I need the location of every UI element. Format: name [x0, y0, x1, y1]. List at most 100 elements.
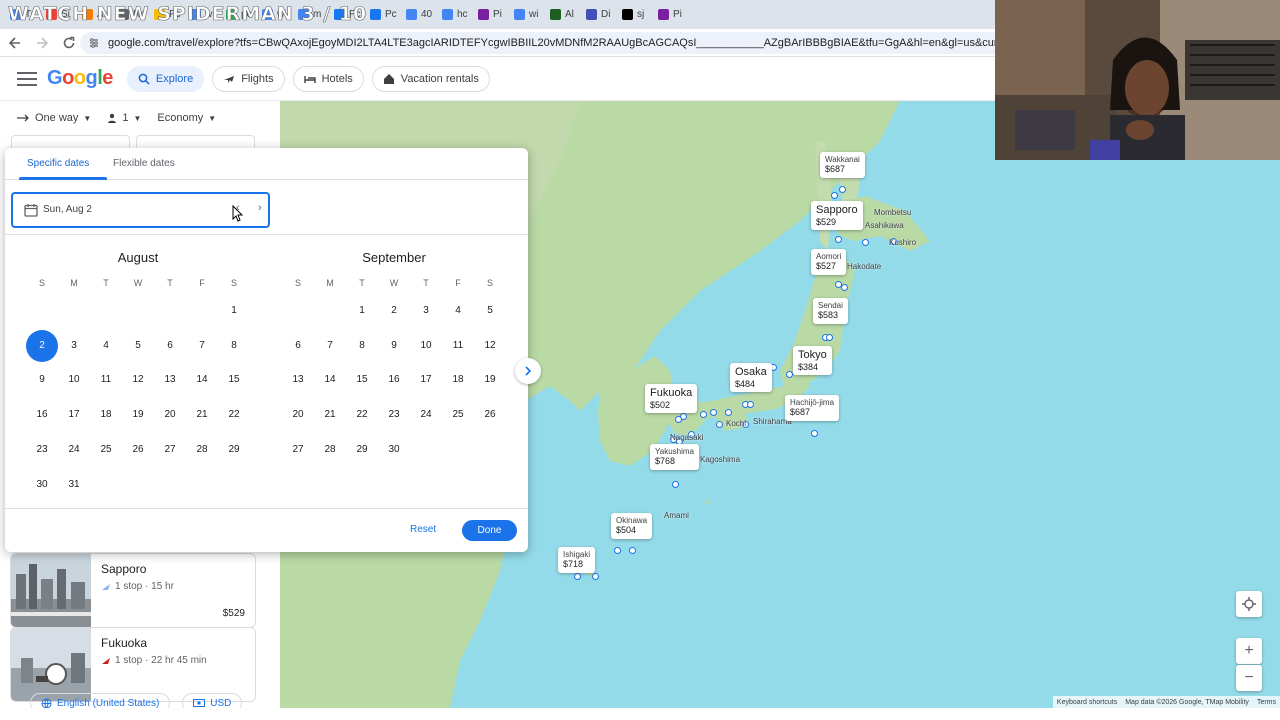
- calendar-day-sep-27[interactable]: 27: [282, 434, 314, 466]
- airport-dot[interactable]: [710, 409, 717, 416]
- browser-tab[interactable]: Pi: [652, 4, 686, 26]
- map-destination-pin[interactable]: Okinawa $504: [611, 513, 653, 539]
- calendar-day-aug-8[interactable]: 8: [218, 330, 250, 362]
- calendar-day-sep-22[interactable]: 22: [346, 399, 378, 431]
- airport-dot[interactable]: [831, 192, 838, 199]
- calendar-day-aug-13[interactable]: 13: [154, 364, 186, 396]
- trip-type-select[interactable]: One way ▼: [16, 112, 91, 124]
- google-logo[interactable]: Google: [47, 67, 113, 90]
- map-destination-pin[interactable]: Sapporo $529: [811, 201, 863, 230]
- calendar-day-aug-2[interactable]: 2: [26, 329, 58, 362]
- airport-dot[interactable]: [574, 573, 581, 580]
- calendar-day-sep-26[interactable]: 26: [474, 399, 506, 431]
- airport-dot[interactable]: [835, 236, 842, 243]
- origin-field[interactable]: [11, 135, 130, 149]
- map-destination-pin[interactable]: Osaka $484: [730, 363, 772, 392]
- browser-tab[interactable]: wi: [508, 4, 542, 26]
- map-destination-pin[interactable]: Hachijō-jima $687: [785, 395, 840, 421]
- zoom-out-button[interactable]: −: [1236, 665, 1262, 691]
- calendar-day-sep-24[interactable]: 24: [410, 399, 442, 431]
- calendar-day-aug-20[interactable]: 20: [154, 399, 186, 431]
- tab-flights[interactable]: Flights: [212, 65, 285, 92]
- calendar-day-sep-25[interactable]: 25: [442, 399, 474, 431]
- airport-dot[interactable]: [675, 416, 682, 423]
- browser-tab[interactable]: Pc: [364, 4, 398, 26]
- reset-button[interactable]: Reset: [410, 524, 436, 535]
- calendar-day-aug-27[interactable]: 27: [154, 434, 186, 466]
- calendar-day-aug-7[interactable]: 7: [186, 330, 218, 362]
- calendar-day-sep-19[interactable]: 19: [474, 364, 506, 396]
- airport-dot[interactable]: [862, 239, 869, 246]
- calendar-day-sep-14[interactable]: 14: [314, 364, 346, 396]
- zoom-in-button[interactable]: +: [1236, 638, 1262, 664]
- map-destination-pin[interactable]: Yakushima $768: [650, 444, 699, 470]
- address-bar[interactable]: google.com/travel/explore?tfs=CBwQAxojEg…: [80, 32, 1030, 54]
- airport-dot[interactable]: [672, 481, 679, 488]
- tab-hotels[interactable]: Hotels: [292, 65, 364, 92]
- calendar-day-sep-3[interactable]: 3: [410, 295, 442, 327]
- airport-dot[interactable]: [811, 430, 818, 437]
- calendar-day-aug-16[interactable]: 16: [26, 399, 58, 431]
- calendar-day-aug-30[interactable]: 30: [26, 469, 58, 501]
- keyboard-shortcuts-link[interactable]: Keyboard shortcuts: [1057, 699, 1117, 706]
- calendar-day-sep-20[interactable]: 20: [282, 399, 314, 431]
- calendar-day-aug-26[interactable]: 26: [122, 434, 154, 466]
- calendar-day-aug-19[interactable]: 19: [122, 399, 154, 431]
- airport-dot[interactable]: [716, 421, 723, 428]
- browser-tab[interactable]: hc: [436, 4, 470, 26]
- calendar-day-sep-18[interactable]: 18: [442, 364, 474, 396]
- calendar-day-aug-15[interactable]: 15: [218, 364, 250, 396]
- calendar-day-aug-5[interactable]: 5: [122, 330, 154, 362]
- airport-dot[interactable]: [725, 409, 732, 416]
- map-destination-pin[interactable]: Sendai $583: [813, 298, 848, 324]
- airport-dot[interactable]: [841, 284, 848, 291]
- calendar-day-sep-7[interactable]: 7: [314, 330, 346, 362]
- browser-tab[interactable]: sj: [616, 4, 650, 26]
- next-month-button[interactable]: [515, 358, 541, 384]
- calendar-day-sep-28[interactable]: 28: [314, 434, 346, 466]
- browser-tab[interactable]: Pi: [472, 4, 506, 26]
- calendar-day-aug-23[interactable]: 23: [26, 434, 58, 466]
- map-destination-pin[interactable]: Ishigaki $718: [558, 547, 596, 573]
- tab-specific-dates[interactable]: Specific dates: [27, 158, 89, 169]
- calendar-day-aug-17[interactable]: 17: [58, 399, 90, 431]
- back-button[interactable]: [3, 31, 27, 55]
- cabin-class-select[interactable]: Economy ▼: [157, 112, 216, 124]
- calendar-day-aug-31[interactable]: 31: [58, 469, 90, 501]
- calendar-day-sep-10[interactable]: 10: [410, 330, 442, 362]
- locate-button[interactable]: [1236, 591, 1262, 617]
- calendar-day-sep-21[interactable]: 21: [314, 399, 346, 431]
- calendar-day-sep-23[interactable]: 23: [378, 399, 410, 431]
- done-button[interactable]: Done: [462, 520, 517, 541]
- destination-field[interactable]: [136, 135, 255, 149]
- calendar-day-sep-13[interactable]: 13: [282, 364, 314, 396]
- map-destination-pin[interactable]: Fukuoka $502: [645, 384, 698, 413]
- calendar-day-sep-8[interactable]: 8: [346, 330, 378, 362]
- airport-dot[interactable]: [614, 547, 621, 554]
- map-destination-pin[interactable]: Wakkanai $687: [820, 152, 865, 178]
- calendar-day-aug-4[interactable]: 4: [90, 330, 122, 362]
- airport-dot[interactable]: [592, 573, 599, 580]
- browser-tab[interactable]: Di: [580, 4, 614, 26]
- calendar-day-aug-6[interactable]: 6: [154, 330, 186, 362]
- calendar-day-aug-1[interactable]: 1: [218, 295, 250, 327]
- airport-dot[interactable]: [839, 186, 846, 193]
- map-destination-pin[interactable]: Aomori $527: [811, 249, 847, 275]
- calendar-day-aug-11[interactable]: 11: [90, 364, 122, 396]
- result-card-sapporo[interactable]: Sapporo 1 stop · 15 hr $529: [10, 553, 256, 628]
- calendar-day-aug-9[interactable]: 9: [26, 364, 58, 396]
- calendar-day-aug-25[interactable]: 25: [90, 434, 122, 466]
- calendar-day-sep-2[interactable]: 2: [378, 295, 410, 327]
- next-day-button[interactable]: ›: [258, 202, 262, 214]
- tab-explore[interactable]: Explore: [126, 65, 205, 92]
- calendar-day-aug-22[interactable]: 22: [218, 399, 250, 431]
- calendar-day-sep-4[interactable]: 4: [442, 295, 474, 327]
- calendar-day-sep-1[interactable]: 1: [346, 295, 378, 327]
- calendar-day-sep-12[interactable]: 12: [474, 330, 506, 362]
- calendar-day-sep-17[interactable]: 17: [410, 364, 442, 396]
- map-destination-pin[interactable]: Tokyo $384: [793, 346, 832, 375]
- main-menu-icon[interactable]: [17, 71, 37, 86]
- calendar-day-sep-15[interactable]: 15: [346, 364, 378, 396]
- airport-dot[interactable]: [786, 371, 793, 378]
- calendar-day-sep-11[interactable]: 11: [442, 330, 474, 362]
